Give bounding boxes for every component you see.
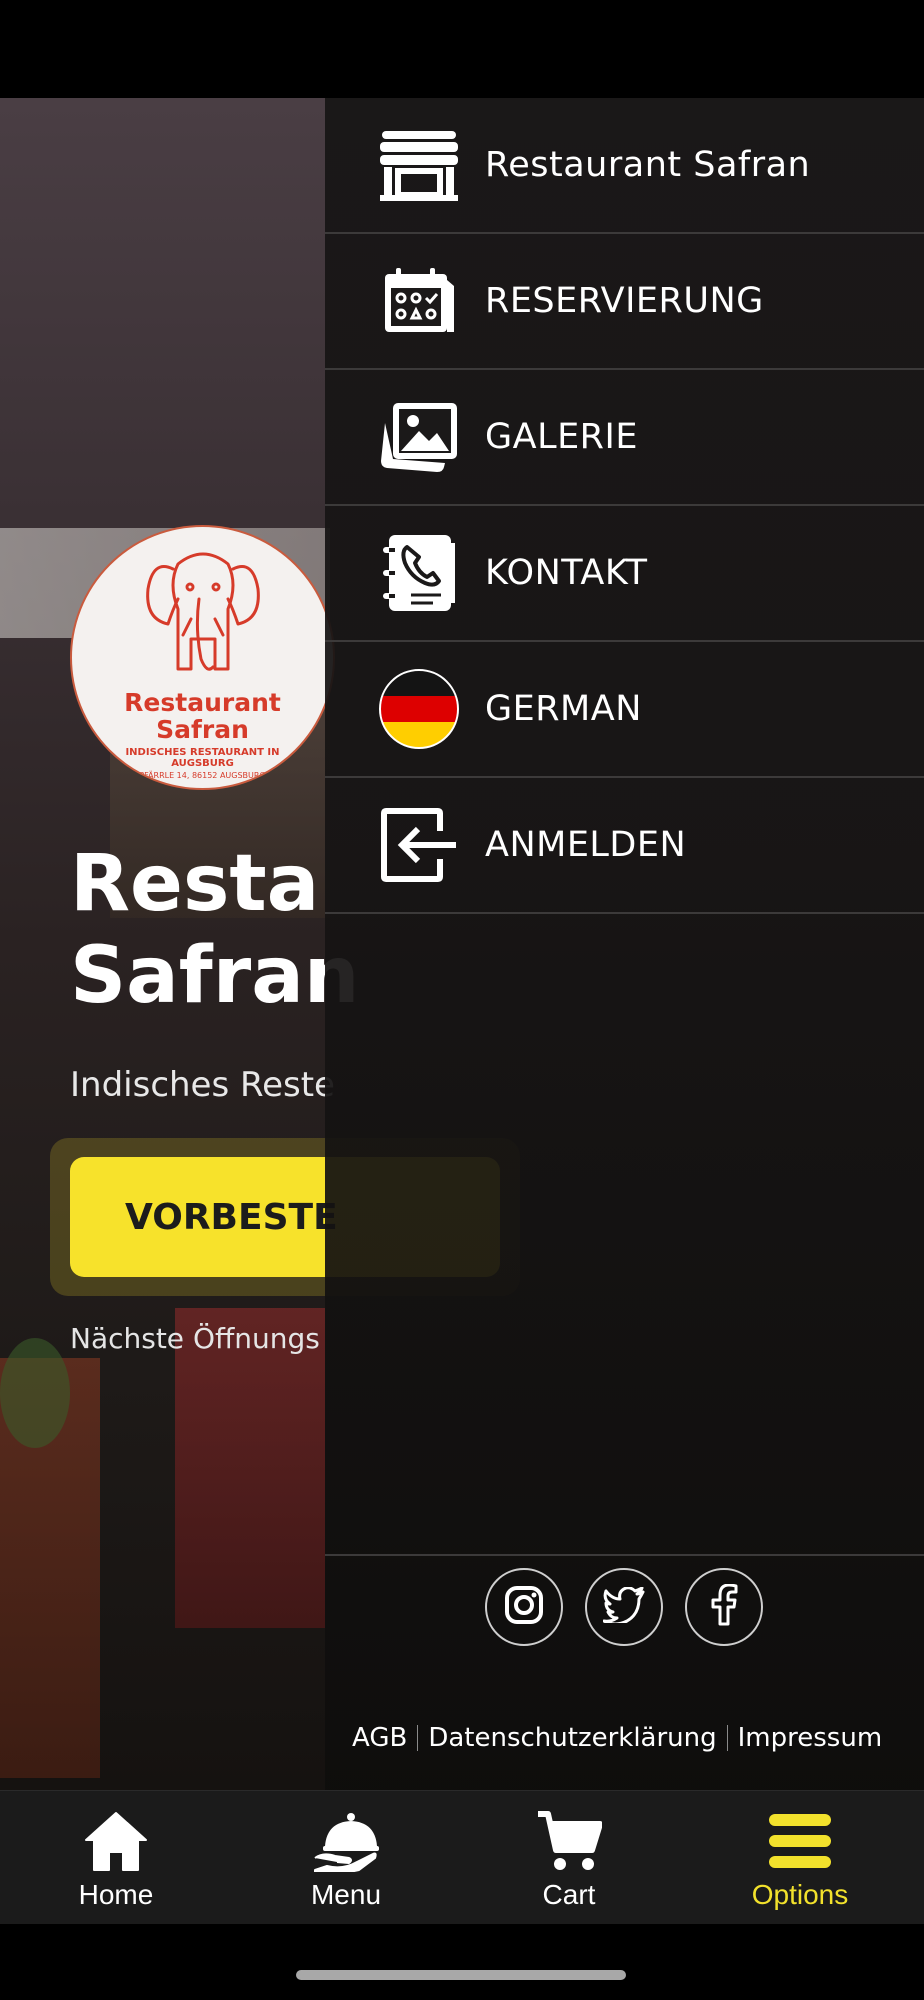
twitter-icon [602, 1586, 645, 1627]
footer-separator [726, 1725, 728, 1751]
store-icon [377, 123, 461, 207]
drawer-item-login[interactable]: ANMELDEN [325, 778, 924, 914]
calendar-icon [377, 259, 461, 343]
nav-menu[interactable]: Menu [246, 1791, 446, 1925]
logo-name-line2: Safran [156, 715, 249, 744]
footer-links: AGB Datenschutzerklärung Impressum [352, 1723, 882, 1753]
background-photo-poster [175, 1308, 325, 1628]
footer-separator [417, 1725, 419, 1751]
logo-name-line1: Restaurant [124, 688, 281, 717]
elephant-icon [145, 552, 260, 671]
hero-subtitle: Indisches Reste [70, 1065, 335, 1105]
facebook-icon [710, 1583, 738, 1630]
privacy-link[interactable]: Datenschutzerklärung [428, 1723, 716, 1753]
background-photo-plant [0, 1338, 70, 1448]
nav-options[interactable]: Options [700, 1791, 900, 1925]
drawer-item-reservation-label: RESERVIERUNG [485, 281, 764, 321]
facebook-button[interactable] [685, 1568, 763, 1646]
nav-menu-label: Menu [310, 1879, 382, 1910]
drawer-item-login-label: ANMELDEN [485, 825, 687, 865]
imprint-link[interactable]: Impressum [738, 1723, 883, 1753]
nav-options-label: Options [751, 1879, 849, 1910]
german-flag-icon [377, 667, 461, 751]
gallery-icon [377, 395, 461, 479]
twitter-button[interactable] [585, 1568, 663, 1646]
logo-tagline: INDISCHES RESTAURANT IN AUGSBURG [125, 747, 280, 769]
nav-home-label: Home [78, 1879, 154, 1910]
home-icon [80, 1809, 152, 1873]
contact-book-icon [377, 531, 461, 615]
bottom-nav: Home Menu Cart Options [0, 1790, 924, 1924]
drawer-item-restaurant-label: Restaurant Safran [485, 145, 811, 185]
drawer-item-language[interactable]: GERMAN [325, 642, 924, 778]
agb-link[interactable]: AGB [352, 1723, 407, 1753]
restaurant-logo: Restaurant Safran INDISCHES RESTAURANT I… [70, 525, 335, 790]
instagram-icon [504, 1585, 544, 1629]
options-icon [764, 1809, 836, 1873]
side-drawer: Restaurant Safran RESERVIERUNG GALERIE K… [325, 98, 924, 1790]
gesture-bar-area [0, 1924, 924, 2000]
drawer-item-reservation[interactable]: RESERVIERUNG [325, 234, 924, 370]
logo-address: PFÄRRLE 14, 86152 AUGSBURG [139, 771, 266, 780]
drawer-item-restaurant[interactable]: Restaurant Safran [325, 98, 924, 234]
drawer-item-contact[interactable]: KONTAKT [325, 506, 924, 642]
home-indicator[interactable] [296, 1970, 626, 1980]
login-icon [377, 803, 461, 887]
nav-cart[interactable]: Cart [469, 1791, 669, 1925]
drawer-item-gallery-label: GALERIE [485, 417, 638, 457]
cloche-icon [310, 1809, 382, 1873]
nav-home[interactable]: Home [16, 1791, 216, 1925]
nav-cart-label: Cart [542, 1879, 596, 1910]
drawer-item-language-label: GERMAN [485, 689, 642, 729]
next-opening-text: Nächste Öffnungs [70, 1322, 320, 1355]
status-bar [0, 0, 924, 98]
instagram-button[interactable] [485, 1568, 563, 1646]
social-divider [325, 1554, 924, 1556]
drawer-item-contact-label: KONTAKT [485, 553, 648, 593]
drawer-item-gallery[interactable]: GALERIE [325, 370, 924, 506]
cart-icon [533, 1809, 605, 1873]
